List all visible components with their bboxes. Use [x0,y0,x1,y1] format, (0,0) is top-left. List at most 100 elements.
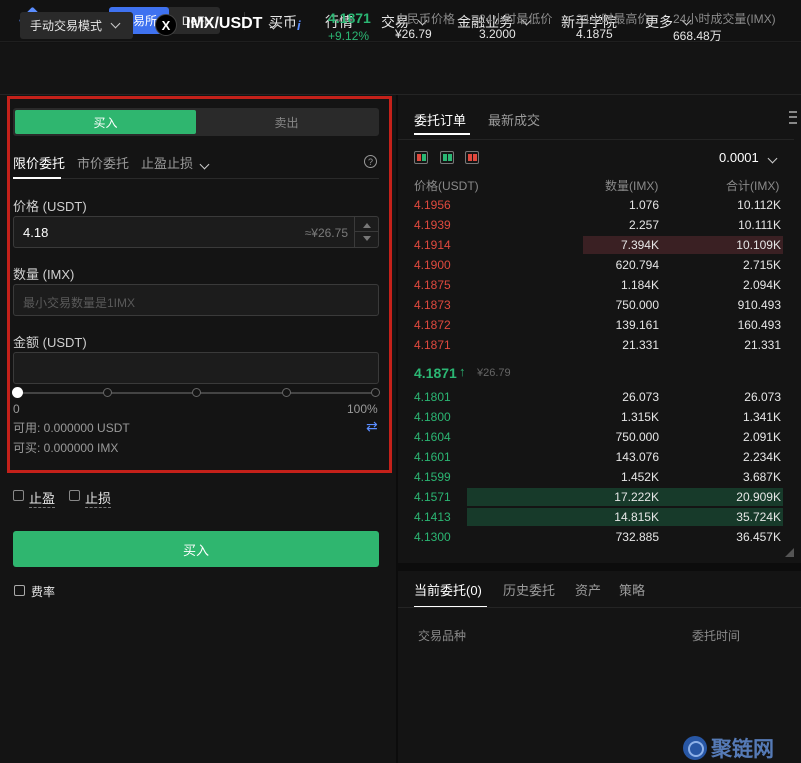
chevron-down-icon [767,153,778,164]
col-total: 合计(IMX) [726,179,780,193]
row-qty: 1.452K [620,470,659,484]
price-label: 价格 (USDT) [13,199,87,214]
slider-knob[interactable] [12,387,23,398]
bid-row[interactable]: 4.1604 750.000 2.091K [398,427,783,447]
row-total: 2.094K [742,278,781,292]
row-qty: 143.076 [615,450,659,464]
row-price: 4.1900 [414,258,451,272]
ask-row[interactable]: 4.1873 750.000 910.493 [398,295,783,315]
sell-tab[interactable]: 卖出 [196,110,377,134]
row-qty: 1.076 [628,198,659,212]
row-total: 36.457K [736,530,781,544]
info-icon[interactable]: i [297,18,301,33]
row-total: 3.687K [742,470,781,484]
arrow-down-icon[interactable] [363,236,371,241]
view-asks-icon[interactable] [465,151,479,164]
stop-loss-label[interactable]: 止损 [85,488,112,508]
ask-row[interactable]: 4.1871 21.331 21.331 [398,335,783,355]
ticker-bar [0,43,801,95]
quantity-input[interactable]: 最小交易数量是1IMX [13,284,379,316]
max-buy: 可买: 0.000000 IMX [13,441,119,455]
trade-mode-select[interactable]: 手动交易模式 [20,12,133,39]
tab-strategies[interactable]: 策略 [619,580,645,599]
row-price: 4.1599 [414,470,451,484]
tab-assets[interactable]: 资产 [575,580,601,599]
row-price: 4.1300 [414,530,451,544]
row-total: 910.493 [737,298,781,312]
stat-label: 人民币价格 [395,12,456,26]
ask-row[interactable]: 4.1939 2.257 10.111K [398,215,783,235]
row-total: 2.715K [742,258,781,272]
tab-order-history[interactable]: 历史委托 [503,580,555,599]
bid-row[interactable]: 4.1601 143.076 2.234K [398,447,783,467]
buy-tab[interactable]: 买入 [15,110,196,134]
ask-row[interactable]: 4.1872 139.161 160.493 [398,315,783,335]
bid-row[interactable]: 4.1801 26.073 26.073 [398,387,783,407]
row-price: 4.1871 [414,338,451,352]
mid-price: 4.1871 [414,365,457,381]
resize-handle[interactable] [785,548,794,557]
chevron-down-icon [269,19,279,30]
take-profit-checkbox[interactable] [13,490,24,501]
slider-max-label: 100% [347,402,378,416]
menu-icon[interactable] [789,111,797,124]
row-qty: 21.331 [622,338,659,352]
row-qty: 139.161 [615,318,659,332]
amount-input[interactable] [13,352,379,384]
bid-row[interactable]: 4.1300 732.885 36.457K [398,527,783,547]
arrow-up-icon[interactable] [363,223,371,228]
take-profit-label[interactable]: 止盈 [29,488,56,508]
bid-row[interactable]: 4.1413 14.815K 35.724K [398,507,783,527]
stat-value: 4.1875 [576,27,613,41]
stop-loss-checkbox[interactable] [69,490,80,501]
row-qty: 1.315K [620,410,659,424]
price-stepper[interactable] [354,217,379,247]
slider-step[interactable] [371,388,380,397]
slider-step[interactable] [103,388,112,397]
tab-market-order[interactable]: 市价委托 [77,153,129,172]
stat-label: 24小时最高价 [576,12,650,26]
col-qty: 数量(IMX) [605,179,659,193]
last-price: 4.1871 [328,10,371,26]
row-total: 20.909K [736,490,781,504]
row-price: 4.1571 [414,490,451,504]
ask-row[interactable]: 4.1914 7.394K 10.109K [398,235,783,255]
buy-button[interactable]: 买入 [13,531,379,567]
bid-row[interactable]: 4.1800 1.315K 1.341K [398,407,783,427]
row-total: 2.234K [742,450,781,464]
order-type-divider [13,178,379,179]
col-price: 价格(USDT) [414,179,479,193]
transfer-icon[interactable]: ⇄ [366,418,378,435]
price-change: +9.12% [328,29,370,43]
row-price: 4.1914 [414,238,451,252]
row-qty: 1.184K [620,278,659,292]
row-qty: 7.394K [620,238,659,252]
ask-row[interactable]: 4.1900 620.794 2.715K [398,255,783,275]
view-both-icon[interactable] [414,151,428,164]
ask-row[interactable]: 4.1956 1.076 10.112K [398,195,783,215]
tab-open-orders[interactable]: 当前委托(0) [414,580,482,599]
tab-tp-sl[interactable]: 止盈止损 [141,153,210,172]
bid-row[interactable]: 4.1571 17.222K 20.909K [398,487,783,507]
tab-limit-order[interactable]: 限价委托 [13,153,65,172]
tab-recent-trades[interactable]: 最新成交 [488,110,540,129]
fee-rate-link[interactable]: 费率 [31,583,55,600]
row-qty: 17.222K [614,490,659,504]
ask-row[interactable]: 4.1875 1.184K 2.094K [398,275,783,295]
quantity-label: 数量 (IMX) [13,267,75,282]
view-bids-icon[interactable] [440,151,454,164]
row-price: 4.1939 [414,218,451,232]
tab-order-book[interactable]: 委托订单 [414,110,466,129]
precision-select[interactable]: 0.0001 [719,150,778,165]
slider-step[interactable] [282,388,291,397]
row-price: 4.1601 [414,450,451,464]
row-qty: 750.000 [615,430,659,444]
help-icon[interactable]: ? [364,155,377,168]
bid-row[interactable]: 4.1599 1.452K 3.687K [398,467,783,487]
fee-icon [14,585,25,596]
arrow-up-icon: ↑ [459,364,466,379]
pair-selector[interactable]: IMX/USDT [186,15,279,33]
price-input[interactable]: 4.18 ≈¥26.75 [13,216,379,248]
slider-step[interactable] [192,388,201,397]
row-price: 4.1873 [414,298,451,312]
